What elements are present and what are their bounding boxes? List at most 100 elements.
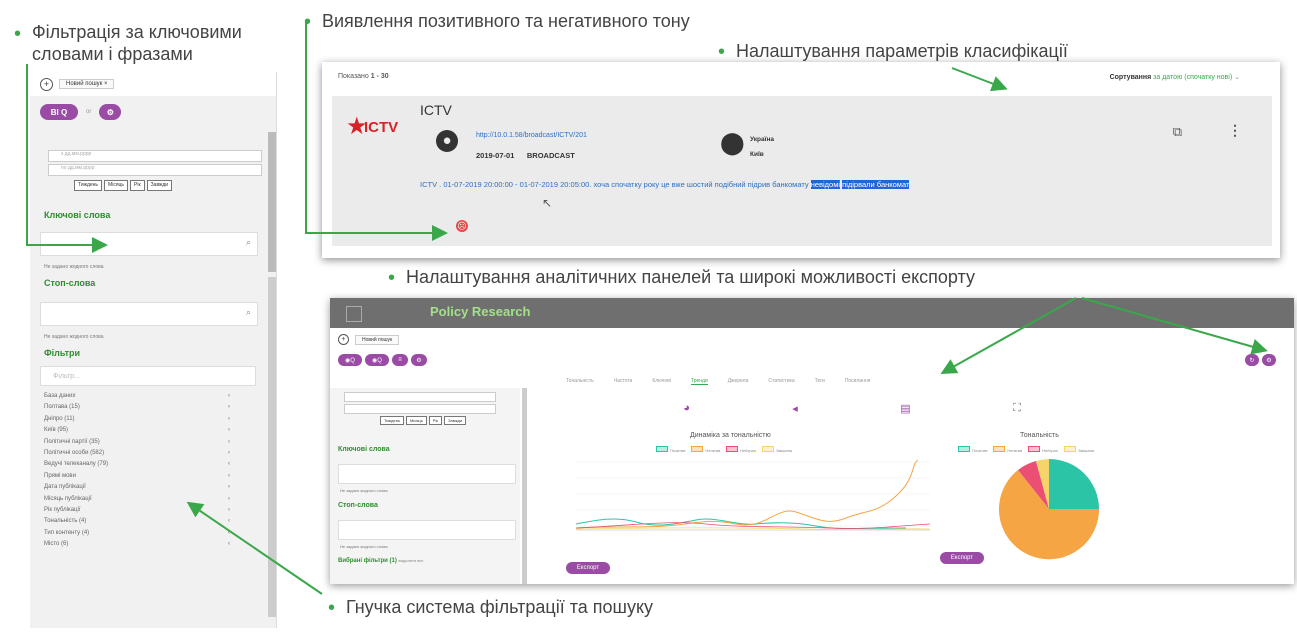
chevron-icon[interactable]: ‹ [228, 439, 230, 450]
analytics-tab[interactable]: Тональність [566, 378, 594, 385]
pie-chart-icon[interactable]: ◕ [683, 402, 690, 415]
chevron-icon[interactable]: ‹ [228, 518, 230, 529]
chevron-icon[interactable]: ‹ [228, 416, 230, 427]
scrollbar[interactable] [522, 388, 527, 584]
week-button[interactable]: Тиждень [380, 416, 405, 425]
legend-item[interactable]: Негатив [691, 446, 720, 453]
search-pill[interactable]: ◉Q [365, 354, 389, 366]
search-mode-button[interactable]: BI Q [40, 104, 78, 120]
keywords-input[interactable] [338, 464, 516, 484]
refresh-icon[interactable]: ↻ [1245, 354, 1259, 366]
chevron-icon[interactable]: ‹ [228, 473, 230, 484]
filter-list: База даних ‹ Полтава (15) ‹ Дніпро (11) ‹ Київ… [44, 393, 254, 552]
external-link-icon[interactable]: ⧉ [1173, 124, 1182, 140]
share-icon[interactable]: ◂ [792, 402, 798, 415]
date-to-input[interactable] [344, 404, 496, 414]
chevron-icon[interactable]: ‹ [228, 530, 230, 541]
analytics-tab[interactable]: Теги [815, 378, 825, 385]
filter-item[interactable]: Місяць публікації ‹ [44, 496, 254, 507]
chevron-icon[interactable]: ‹ [228, 393, 230, 404]
always-button[interactable]: Завжди [444, 416, 467, 425]
settings-button[interactable]: ⚙ [99, 104, 122, 120]
clear-filters-link[interactable]: видалити все [399, 558, 424, 563]
date-from-input[interactable]: з дд.мм.рррр [48, 150, 262, 162]
analytics-tab[interactable]: Тренди [690, 378, 708, 385]
chevron-icon[interactable]: ‹ [228, 507, 230, 518]
settings-pill[interactable]: ⚙ [411, 354, 427, 366]
chevron-icon[interactable]: ‹ [228, 541, 230, 552]
filter-item[interactable]: Дніпро (11) ‹ [44, 416, 254, 427]
expand-icon[interactable]: ⛶ [1013, 402, 1021, 415]
filter-item-label: Прямі мови [44, 472, 76, 479]
legend-item[interactable]: Негатив [993, 446, 1022, 453]
neutral-series-line [575, 522, 931, 529]
analytics-tab[interactable]: Статистика [768, 378, 794, 385]
filter-item[interactable]: Полтава (15) ‹ [44, 404, 254, 415]
filter-item[interactable]: Дата публікації ‹ [44, 484, 254, 495]
stopwords-input[interactable] [338, 520, 516, 540]
filter-item[interactable]: Політичні партії (35) ‹ [44, 439, 254, 450]
legend-item[interactable]: Позитив [958, 446, 987, 453]
date-from-input[interactable] [344, 392, 496, 402]
filter-item[interactable]: Ведучі телеканалу (79) ‹ [44, 461, 254, 472]
filter-item[interactable]: Тональність (4) ‹ [44, 518, 254, 529]
filter-item[interactable]: Рік публікації ‹ [44, 507, 254, 518]
table-icon[interactable]: ▤ [900, 402, 910, 415]
sort-control[interactable]: Сортування за датою (спочатку нові) ⌄ [1110, 73, 1240, 81]
sort-value[interactable]: за датою (спочатку нові) [1153, 74, 1232, 81]
tab-new-search[interactable]: Новий пошук × [59, 79, 115, 89]
month-button[interactable]: Місяць [406, 416, 427, 425]
chevron-icon[interactable]: ‹ [228, 484, 230, 495]
chevron-icon[interactable]: ‹ [228, 461, 230, 472]
month-button[interactable]: Місяць [104, 180, 128, 191]
analytics-tab[interactable]: Посилання [845, 378, 871, 385]
menu-icon[interactable] [346, 306, 362, 322]
analytics-tab[interactable]: Ключові [652, 378, 671, 385]
close-icon[interactable]: × [104, 81, 108, 87]
and-pill[interactable]: ≡ [392, 354, 408, 366]
filter-item[interactable]: Прямі мови ‹ [44, 473, 254, 484]
source-url-link[interactable]: http://10.0.1.58/broadcast/ICTV/201 [476, 132, 587, 139]
legend-item[interactable]: Нейтрал [1028, 446, 1058, 453]
logo-text: ICTV [364, 119, 399, 136]
week-button[interactable]: Тиждень [74, 180, 103, 191]
filter-search-input[interactable]: Фільтр... [40, 366, 256, 386]
chevron-icon[interactable]: ‹ [228, 496, 230, 507]
search-icon[interactable]: ⌕ [246, 237, 251, 248]
chevron-icon[interactable]: ‹ [228, 427, 230, 438]
filter-item[interactable]: База даних ‹ [44, 393, 254, 404]
chevron-down-icon[interactable]: ⌄ [1234, 74, 1240, 81]
search-pill[interactable]: ◉Q [338, 354, 362, 366]
pie-chart-title: Тональність [1020, 432, 1059, 439]
more-menu-icon[interactable]: ⋮ [1228, 122, 1242, 139]
chevron-icon[interactable]: ‹ [228, 450, 230, 461]
keywords-input[interactable]: ⌕ [40, 232, 258, 256]
settings-icon[interactable]: ⚙ [1262, 354, 1276, 366]
add-tab-icon[interactable]: + [338, 334, 349, 345]
filter-item[interactable]: Тип контенту (4) ‹ [44, 530, 254, 541]
legend-item[interactable]: Нейтрал [726, 446, 756, 453]
legend-item[interactable]: Позитив [656, 446, 685, 453]
filter-item[interactable]: Місто (6) ‹ [44, 541, 254, 552]
tab-new-search[interactable]: Новий пошук [355, 334, 400, 345]
analytics-tab[interactable]: Частота [614, 378, 633, 385]
chevron-icon[interactable]: ‹ [228, 404, 230, 415]
add-tab-icon[interactable]: + [40, 77, 53, 91]
date-to-input[interactable]: по дд.мм.рррр [48, 164, 262, 176]
stopwords-input[interactable]: ⌕ [40, 302, 258, 326]
search-icon[interactable]: ⌕ [246, 307, 251, 318]
result-item[interactable]: ★ ICTV ICTV ● http://10.0.1.58/broadcast… [332, 96, 1272, 246]
legend-item[interactable]: Змішана [1064, 446, 1094, 453]
export-button[interactable]: Експорт [566, 562, 610, 574]
year-button[interactable]: Рік [130, 180, 145, 191]
export-button[interactable]: Експорт [940, 552, 984, 564]
analytics-tab[interactable]: Джерела [728, 378, 749, 385]
filter-item[interactable]: Політичні особи (582) ‹ [44, 450, 254, 461]
year-button[interactable]: Рік [428, 416, 443, 425]
filter-item[interactable]: Київ (95) ‹ [44, 427, 254, 438]
callout-filtering: Гнучка система фільтрації та пошуку [346, 597, 654, 617]
always-button[interactable]: Завжди [146, 180, 173, 191]
scrollbar[interactable] [268, 277, 276, 617]
legend-item[interactable]: Змішана [762, 446, 792, 453]
scrollbar[interactable] [268, 132, 276, 272]
